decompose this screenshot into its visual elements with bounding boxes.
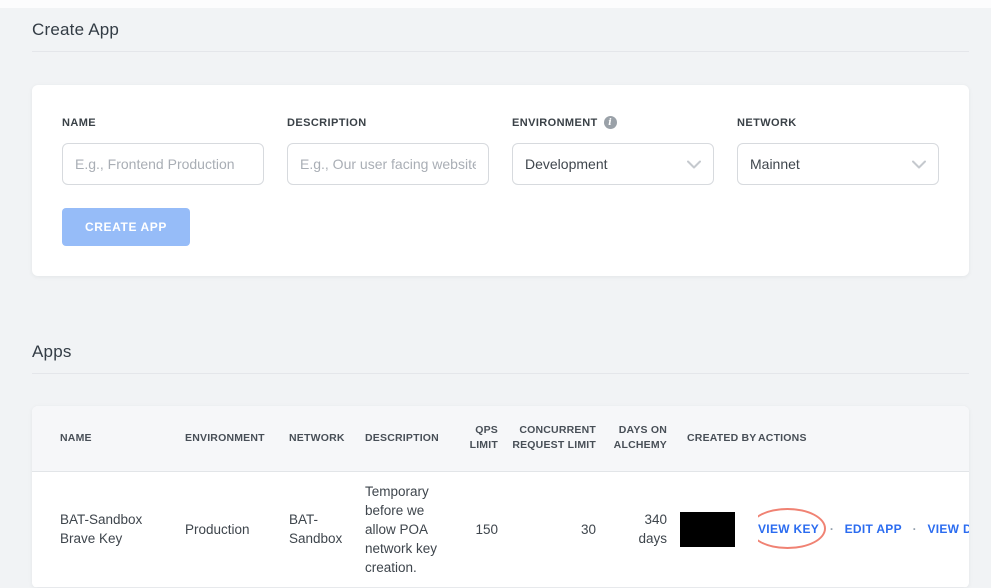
environment-select-value: Development bbox=[525, 156, 608, 172]
app-name-text: BAT-Sandbox Brave Key bbox=[60, 512, 143, 546]
top-strip bbox=[0, 0, 991, 8]
section-divider bbox=[32, 373, 969, 374]
environment-field-group: ENVIRONMENT i Development bbox=[512, 115, 714, 185]
main-content: Create App NAME DESCRIPTION bbox=[32, 20, 969, 588]
apps-section-title: Apps bbox=[32, 342, 72, 361]
action-separator-dot: · bbox=[912, 522, 917, 536]
environment-field-label: ENVIRONMENT i bbox=[512, 115, 714, 130]
apps-table-card: NAME ENVIRONMENT NETWORK DESCRIPTION QPS… bbox=[32, 406, 969, 588]
app-days-on-alchemy-cell: 340 days bbox=[596, 471, 667, 588]
network-select[interactable]: Mainnet bbox=[737, 143, 939, 185]
network-field-label: NETWORK bbox=[737, 115, 939, 130]
column-header-environment: ENVIRONMENT bbox=[185, 406, 289, 472]
create-app-button[interactable]: CREATE APP bbox=[62, 208, 191, 246]
column-header-name: NAME bbox=[32, 406, 185, 472]
app-network-text: BAT-Sandbox bbox=[289, 512, 343, 546]
network-field-group: NETWORK Mainnet bbox=[737, 115, 939, 185]
column-header-description: DESCRIPTION bbox=[365, 406, 460, 472]
name-input[interactable] bbox=[62, 143, 264, 185]
chevron-down-icon bbox=[912, 160, 926, 168]
name-field-label-text: NAME bbox=[62, 116, 96, 129]
column-header-network: NETWORK bbox=[289, 406, 365, 472]
column-header-created-by: CREATED BY bbox=[667, 406, 758, 472]
create-app-section-title: Create App bbox=[32, 20, 120, 39]
view-details-link[interactable]: VIEW DETAILS bbox=[927, 522, 969, 536]
app-days-on-alchemy-text: 340 days bbox=[638, 512, 667, 546]
create-app-form: NAME DESCRIPTION ENVIRONMENT i bbox=[62, 115, 939, 185]
app-actions-cell: VIEW KEY · EDIT APP · VIEW DETAILS bbox=[758, 471, 969, 588]
view-key-wrap: VIEW KEY bbox=[758, 508, 827, 549]
create-app-card: NAME DESCRIPTION ENVIRONMENT i bbox=[32, 85, 969, 276]
column-header-days-on-alchemy: DAYS ON ALCHEMY bbox=[596, 406, 667, 472]
environment-field-label-text: ENVIRONMENT bbox=[512, 116, 598, 129]
chevron-down-icon bbox=[687, 160, 701, 168]
edit-app-link[interactable]: EDIT APP bbox=[845, 522, 902, 536]
column-header-actions: ACTIONS bbox=[758, 406, 969, 472]
section-divider bbox=[32, 51, 969, 52]
page-root: Create App NAME DESCRIPTION bbox=[0, 0, 991, 588]
created-by-redacted-box bbox=[680, 511, 735, 547]
table-row: BAT-Sandbox Brave Key Production BAT-San… bbox=[32, 471, 969, 588]
app-concurrent-request-limit-cell: 30 bbox=[498, 471, 596, 588]
info-icon[interactable]: i bbox=[603, 116, 617, 129]
app-environment-cell: Production bbox=[185, 471, 289, 588]
environment-select[interactable]: Development bbox=[512, 143, 714, 185]
network-field-label-text: NETWORK bbox=[737, 116, 797, 129]
apps-table: NAME ENVIRONMENT NETWORK DESCRIPTION QPS… bbox=[32, 406, 969, 588]
network-select-value: Mainnet bbox=[750, 156, 800, 172]
app-name-cell: BAT-Sandbox Brave Key bbox=[32, 471, 185, 588]
view-key-link[interactable]: VIEW KEY bbox=[758, 522, 819, 536]
column-header-concurrent-request-limit: CONCURRENT REQUEST LIMIT bbox=[498, 406, 596, 472]
action-separator-dot: · bbox=[829, 522, 834, 536]
description-field-label-text: DESCRIPTION bbox=[287, 116, 367, 129]
column-header-qps-limit: QPS LIMIT bbox=[460, 406, 498, 472]
table-header-row: NAME ENVIRONMENT NETWORK DESCRIPTION QPS… bbox=[32, 406, 969, 472]
name-field-group: NAME bbox=[62, 115, 264, 185]
description-field-label: DESCRIPTION bbox=[287, 115, 489, 130]
name-field-label: NAME bbox=[62, 115, 264, 130]
app-description-cell: Temporary before we allow POA network ke… bbox=[365, 471, 460, 588]
app-qps-limit-cell: 150 bbox=[460, 471, 498, 588]
app-network-cell: BAT-Sandbox bbox=[289, 471, 365, 588]
app-description-text: Temporary before we allow POA network ke… bbox=[365, 483, 438, 575]
description-input[interactable] bbox=[287, 143, 489, 185]
app-created-by-cell bbox=[667, 471, 758, 588]
description-field-group: DESCRIPTION bbox=[287, 115, 489, 185]
